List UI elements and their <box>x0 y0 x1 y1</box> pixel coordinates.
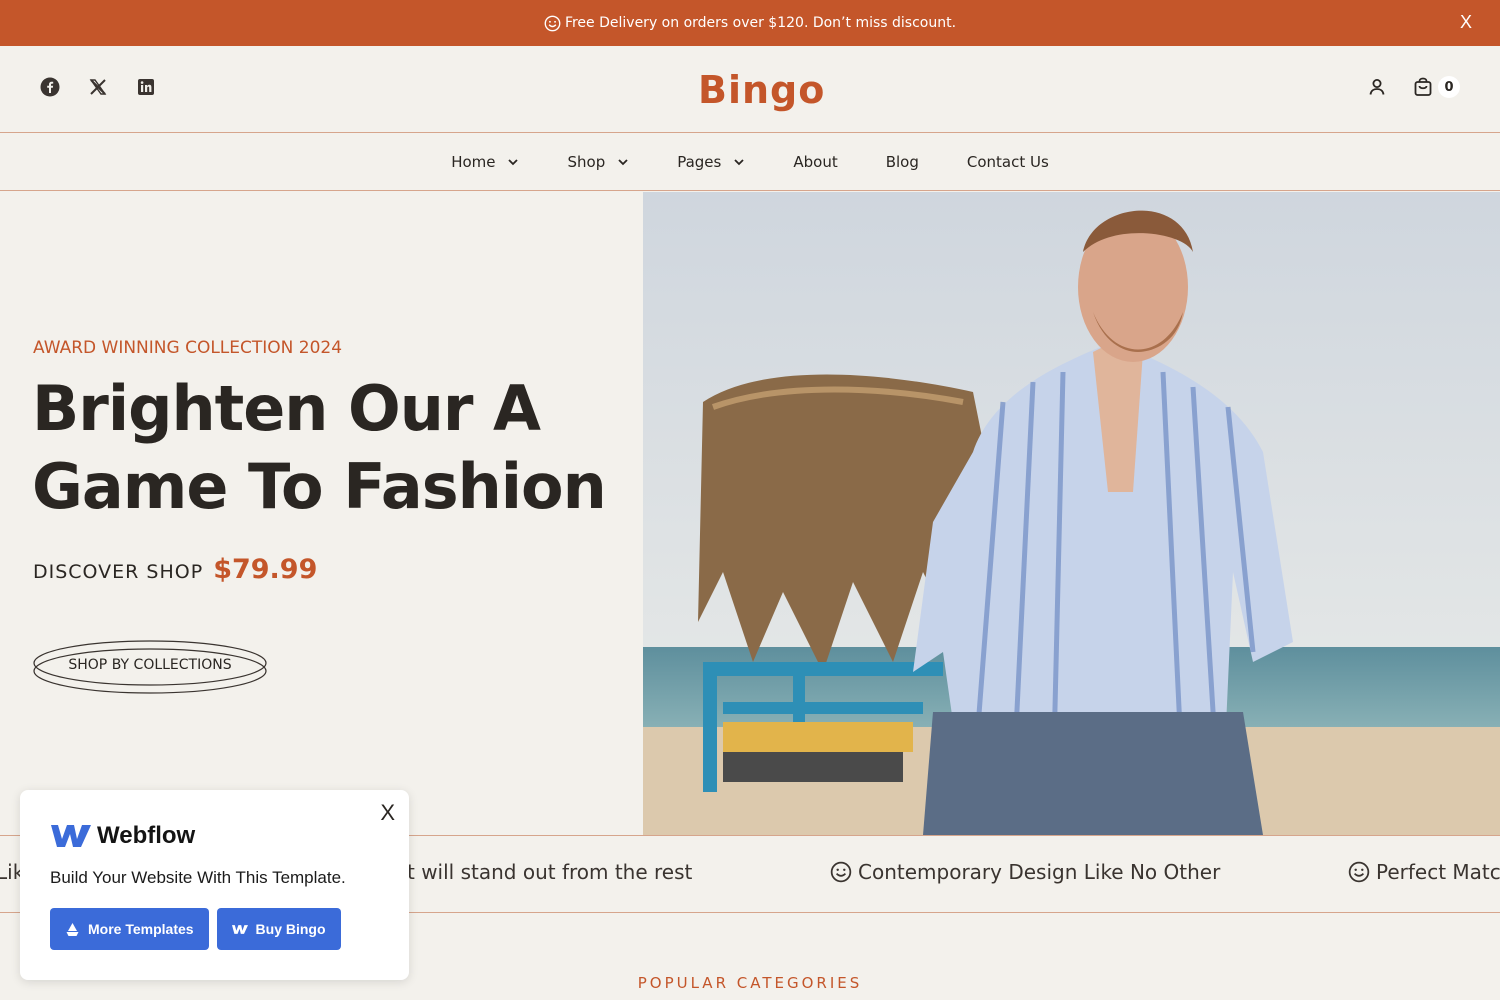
hero-headline: Brighten Our A Game To Fashion <box>32 370 632 526</box>
hero-price: $79.99 <box>213 554 318 585</box>
nav-item-home[interactable]: Home <box>451 153 519 171</box>
site-header: Bingo 0 <box>0 46 1500 133</box>
shopping-bag-icon <box>1412 76 1434 98</box>
hero-headline-line-2: Game To Fashion <box>32 450 607 523</box>
nav-item-label: Home <box>451 152 496 171</box>
smile-icon <box>1348 861 1370 883</box>
hero-text-panel: AWARD WINNING COLLECTION 2024 Brighten O… <box>0 192 643 835</box>
marquee-item: Contemporary Design Like No Other <box>830 860 1220 884</box>
hero-headline-line-1: Brighten Our A <box>32 372 541 445</box>
discover-label: DISCOVER SHOP <box>33 561 204 583</box>
chevron-down-icon <box>618 158 628 165</box>
nav-item-label: About <box>793 152 838 171</box>
social-links <box>40 77 156 97</box>
announcement-close-button[interactable]: X <box>1460 12 1472 33</box>
marquee-item: Perfect Matc <box>1348 860 1500 884</box>
header-actions: 0 <box>1366 76 1460 98</box>
marquee-item: ct will stand out from the rest <box>396 860 693 884</box>
webflow-brand-text: Webflow <box>97 822 196 849</box>
chevron-down-icon <box>734 158 744 165</box>
popup-tagline: Build Your Website With This Template. <box>50 868 346 887</box>
facebook-icon[interactable] <box>40 77 60 97</box>
webflow-logo: Webflow <box>51 822 195 850</box>
hero-eyebrow: AWARD WINNING COLLECTION 2024 <box>33 338 343 358</box>
nav-item-blog[interactable]: Blog <box>886 153 919 171</box>
nav-item-about[interactable]: About <box>793 153 837 171</box>
chevron-down-icon <box>508 158 519 165</box>
nav-item-pages[interactable]: Pages <box>677 153 745 171</box>
linkedin-icon[interactable] <box>136 77 156 97</box>
announcement-bar: Free Delivery on orders over $120. Don’t… <box>0 0 1500 46</box>
smile-icon <box>544 15 561 31</box>
webflow-logo-icon <box>51 825 91 847</box>
hero-discover: DISCOVER SHOP $79.99 <box>33 554 317 585</box>
hero-image <box>643 192 1500 835</box>
shop-by-collections-button[interactable]: SHOP BY COLLECTIONS <box>32 639 268 695</box>
smile-icon <box>830 861 852 883</box>
user-account-icon[interactable] <box>1366 76 1388 98</box>
main-nav: Home Shop Pages About Blog Contact Us <box>0 133 1500 191</box>
nav-item-label: Pages <box>677 152 722 171</box>
cart-count-badge: 0 <box>1438 76 1460 98</box>
nav-item-label: Blog <box>885 152 919 171</box>
site-logo[interactable]: Bingo <box>698 68 825 112</box>
popup-actions: More Templates Buy Bingo <box>50 908 341 950</box>
ship-icon <box>66 922 79 936</box>
cta-label: SHOP BY COLLECTIONS <box>68 657 232 673</box>
nav-item-contact[interactable]: Contact Us <box>967 153 1049 171</box>
webflow-promo-popup: X Webflow Build Your Website With This T… <box>20 790 409 980</box>
webflow-icon <box>231 924 248 934</box>
announcement-text: Free Delivery on orders over $120. Don’t… <box>564 15 957 31</box>
buy-bingo-button[interactable]: Buy Bingo <box>216 908 341 950</box>
popup-close-button[interactable]: X <box>380 800 395 826</box>
more-templates-button[interactable]: More Templates <box>50 908 209 950</box>
nav-item-label: Shop <box>567 152 606 171</box>
nav-item-label: Contact Us <box>966 152 1049 171</box>
cart-button[interactable]: 0 <box>1412 76 1460 98</box>
nav-item-shop[interactable]: Shop <box>567 153 629 171</box>
x-twitter-icon[interactable] <box>88 77 108 97</box>
